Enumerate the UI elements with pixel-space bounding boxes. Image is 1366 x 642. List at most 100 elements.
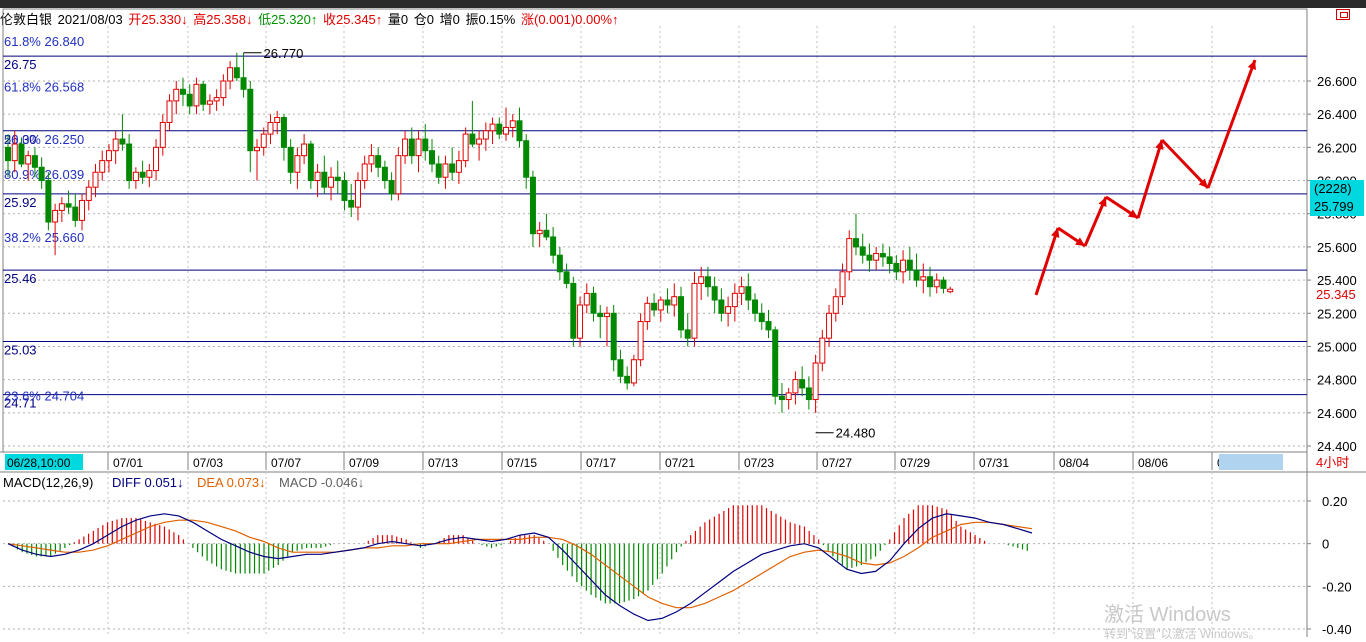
candle-body [664,299,671,306]
candlestick-series [5,52,954,413]
candle-body [132,171,139,182]
fib-label: 61.8% 26.568 [4,79,84,94]
candle-body [752,299,759,314]
candle-body [684,329,691,339]
fib-label: 61.8% 26.840 [4,34,84,49]
price-tick-label: 25.600 [1317,240,1357,255]
candle-body [361,163,368,182]
candle-body [785,392,792,401]
time-tick-label: 07/17 [586,456,616,470]
candle-body [388,180,395,195]
candle-body [341,180,348,201]
level-label: 26.75 [4,57,37,72]
price-annotations: 26.770 24.480 [243,46,875,441]
candle-body [65,203,72,208]
timeframe-label[interactable]: 4小时 [1316,455,1349,470]
time-axis: 07/01 07/03 07/07 07/09 07/13 07/15 07/17 07/21… [107,452,1247,470]
candle-body [940,279,947,289]
candle-body [45,180,52,223]
candle-body [805,387,812,401]
time-tick-label: 07/13 [428,456,458,470]
candle-body [852,238,859,248]
candle-body [731,292,738,308]
candle-body [85,186,92,201]
candle-body [99,160,106,173]
time-tick-label: 07/03 [193,456,223,470]
candle-body [193,83,200,107]
candle-body [200,83,207,105]
price-tick-label: 26.600 [1317,74,1357,89]
price-axis: 26.60026.40026.20026.00025.80025.60025.4… [1307,74,1357,454]
time-tick-label: 08/04 [1059,456,1089,470]
candle-body [738,286,745,294]
macd-dea-label: DEA 0.073↓ [197,475,266,490]
time-tick-label: 07/15 [507,456,537,470]
macd-title: MACD(12,26,9) [3,475,93,490]
candle-body [725,306,732,314]
candle-body [812,362,819,401]
candle-body [859,246,866,256]
candle-body [428,150,435,165]
macd-lines [7,513,1033,622]
dea-line [7,519,1033,609]
candle-body [698,276,705,284]
candle-body [691,282,698,339]
candle-body [105,150,112,162]
candle-body [563,271,570,284]
candle-body [213,97,220,102]
candle-body [536,229,543,235]
candle-body [489,123,496,132]
candle-body [577,304,584,339]
candle-body [220,80,227,99]
candle-body [321,171,328,188]
candle-body [260,133,267,148]
time-tick-label: 07/09 [349,456,379,470]
candle-body [792,379,799,394]
macd-tick-label: -0.20 [1322,579,1352,594]
candle-body [328,176,335,188]
projection-arrows [1034,59,1257,296]
candle-body [354,180,361,208]
level-label: 25.92 [4,195,37,210]
candle-body [678,296,684,331]
candle-body [307,143,314,182]
candle-body [570,282,577,339]
candle-body [893,263,900,273]
candle-body [913,269,920,281]
candle-body [597,312,604,318]
candle-body [758,312,765,323]
candle-body [826,312,833,339]
candle-body [58,203,65,211]
activation-watermark: 激活 Windows [1104,604,1231,626]
price-tick-label: 25.200 [1317,306,1357,321]
candle-body [590,292,597,314]
time-tick-label: 07/23 [744,456,774,470]
candle-body [866,254,873,261]
annotation-label: 26.770 [264,46,304,61]
candle-body [617,359,624,377]
candle-body [72,206,79,221]
price-tick-label: 24.600 [1317,406,1357,421]
candle-body [52,209,59,223]
candle-body [179,88,186,95]
candle-body [718,299,725,314]
candle-body [92,171,99,188]
candle-body [657,299,664,311]
chart-canvas[interactable]: 26.7526.3025.9225.4625.0324.7161.8% 26.8… [0,0,1366,637]
candle-body [523,140,530,178]
candle-body [745,286,752,301]
candle-body [651,302,658,311]
candle-body [240,77,247,90]
candle-body [402,138,409,157]
macd-tick-label: 0.20 [1322,494,1347,509]
price-tick-label: 26.200 [1317,140,1357,155]
candle-body [449,163,456,173]
projection-arrow-segment [1034,227,1060,296]
candle-body [206,100,213,105]
price-tick-label: 25.000 [1317,339,1357,354]
macd-axis: 0.20 0 -0.20 -0.40 [1307,494,1352,637]
candle-body [375,155,382,168]
candle-body [873,253,880,261]
projection-arrow-segment [1136,139,1164,219]
candle-body [435,163,442,178]
